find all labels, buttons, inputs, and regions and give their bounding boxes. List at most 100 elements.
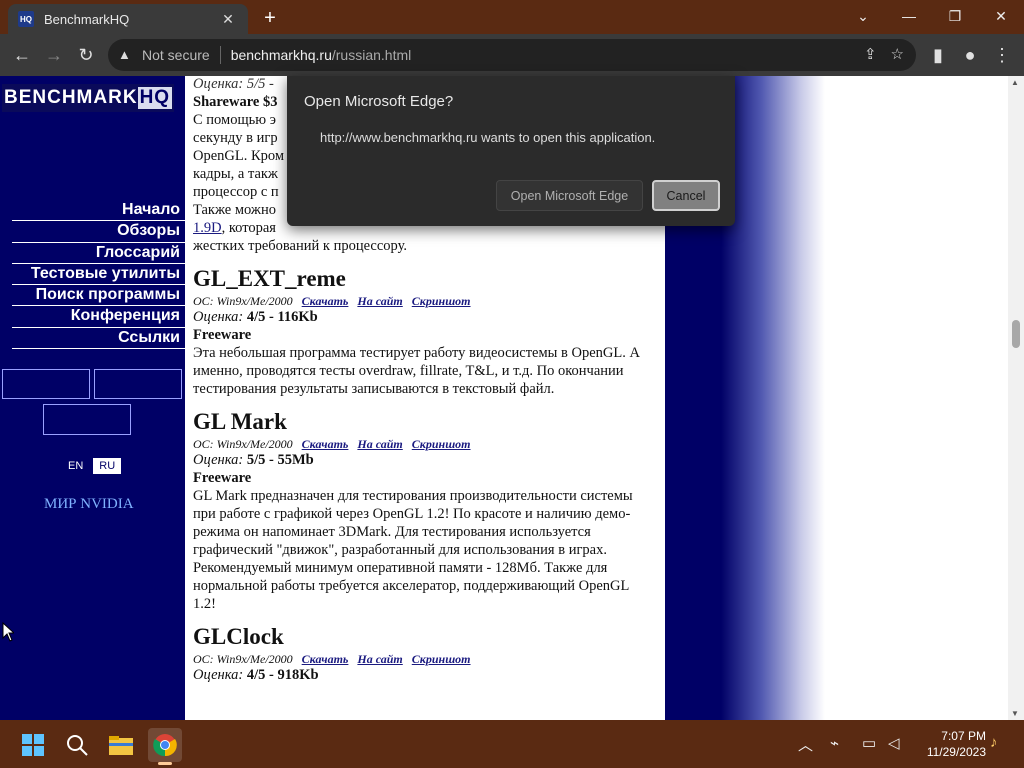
profile-icon[interactable]: ●: [956, 41, 984, 69]
language-switch: EN RU: [64, 458, 122, 474]
rating-label: Оценка:: [193, 309, 244, 325]
dialog-title: Open Microsoft Edge?: [304, 93, 454, 110]
address-host: benchmarkhq.ru: [230, 47, 332, 63]
share-icon[interactable]: ⇪: [864, 45, 877, 63]
network-icon[interactable]: ⌁: [830, 734, 839, 752]
open-edge-button[interactable]: Open Microsoft Edge: [496, 180, 643, 211]
tray-chevron-icon[interactable]: ︿: [798, 734, 813, 755]
entry-license: Freeware: [193, 470, 252, 486]
minimize-button[interactable]: —: [886, 4, 932, 28]
cancel-button[interactable]: Cancel: [652, 180, 720, 211]
lang-en[interactable]: EN: [64, 458, 87, 474]
entry-meta: ОС: Win9x/Me/2000 Скачать На сайт Скринш…: [193, 293, 653, 309]
nav-search[interactable]: Поиск программы: [12, 285, 185, 307]
file-explorer-icon[interactable]: [104, 728, 138, 762]
back-icon[interactable]: ←: [8, 41, 36, 69]
screenshot-link[interactable]: Скриншот: [412, 437, 471, 451]
address-bar[interactable]: ▲ Not secure benchmarkhq.ru /russian.htm…: [108, 39, 916, 71]
nav-conference[interactable]: Конференция: [12, 306, 185, 328]
start-icon[interactable]: [16, 728, 50, 762]
rating-label: Оценка:: [193, 452, 244, 468]
entry-os: ОС: Win9x/Me/2000: [193, 437, 293, 451]
entry-rating: Оценка: 4/5 - 116Kb: [193, 309, 653, 326]
screenshot-link[interactable]: Скриншот: [412, 294, 471, 308]
site-link[interactable]: На сайт: [357, 437, 402, 451]
site-nav: Начало Обзоры Глоссарий Тестовые утилиты…: [0, 200, 185, 350]
mouse-cursor-icon: [2, 622, 14, 642]
security-label: Not secure: [142, 47, 210, 63]
search-icon[interactable]: [60, 728, 94, 762]
restore-button[interactable]: ❐: [932, 4, 978, 28]
clock-time: 7:07 PM: [941, 729, 986, 743]
system-clock[interactable]: 7:07 PM 11/29/2023: [914, 728, 986, 760]
broken-image-2[interactable]: [94, 369, 182, 399]
display-icon[interactable]: ▭: [862, 734, 876, 752]
version-link[interactable]: 1.9D: [193, 220, 222, 236]
download-link[interactable]: Скачать: [302, 437, 349, 451]
chrome-icon[interactable]: [148, 728, 182, 765]
entry-title-glclock: GLClock: [193, 624, 284, 649]
entry-rating: Оценка: 5/5 - 55Mb: [193, 452, 653, 469]
entry-meta: ОС: Win9x/Me/2000 Скачать На сайт Скринш…: [193, 651, 653, 667]
address-path: /russian.html: [331, 47, 412, 63]
nav-home[interactable]: Начало: [12, 200, 185, 222]
bookmark-star-icon[interactable]: ☆: [891, 45, 904, 63]
warning-icon[interactable]: ▲: [118, 47, 134, 63]
new-tab-button[interactable]: +: [258, 6, 282, 30]
entry-license: Freeware: [193, 327, 252, 343]
nav-glossary[interactable]: Глоссарий: [12, 243, 185, 264]
entry-os: ОС: Win9x/Me/2000: [193, 294, 293, 308]
nav-test-utils[interactable]: Тестовые утилиты: [12, 264, 185, 286]
logo-text: BENCHMARK: [4, 87, 138, 108]
broken-image-3[interactable]: [43, 404, 131, 435]
tab-benchmarkhq[interactable]: HQ BenchmarkHQ ✕: [8, 4, 248, 34]
rating-label: Оценка:: [193, 667, 244, 683]
tab-strip: HQ BenchmarkHQ ✕ + ⌄ — ❐ ✕: [0, 0, 1024, 34]
entry-description: Эта небольшая программа тестирует работу…: [193, 345, 640, 397]
download-link[interactable]: Скачать: [302, 294, 349, 308]
taskbar: ︿ ⌁ ▭ ◁ 7:07 PM 11/29/2023 ♪: [0, 720, 1024, 768]
dialog-message: http://www.benchmarkhq.ru wants to open …: [320, 130, 656, 145]
mir-nvidia-link[interactable]: МИР NVIDIA: [44, 496, 134, 513]
forward-icon[interactable]: →: [40, 41, 68, 69]
reload-icon[interactable]: ↻: [72, 41, 100, 69]
lang-ru[interactable]: RU: [93, 458, 122, 474]
favicon-icon: HQ: [18, 11, 34, 27]
logo-hq: HQ: [137, 87, 173, 109]
top-line-7-rest: , которая: [221, 220, 276, 236]
menu-icon[interactable]: ⋮: [988, 41, 1016, 69]
entry-description: GL Mark предназначен для тестирования пр…: [193, 488, 633, 612]
scroll-up-icon[interactable]: ▲: [1011, 78, 1019, 87]
entry-rating: Оценка: 4/5 - 918Kb: [193, 667, 653, 684]
close-tab-icon[interactable]: ✕: [218, 11, 238, 28]
site-sidebar: BENCHMARK HQ Начало Обзоры Глоссарий Тест…: [0, 76, 185, 720]
nav-links[interactable]: Ссылки: [12, 328, 185, 350]
entry-title-gl-mark: GL Mark: [193, 409, 287, 434]
entry-title-gl-ext: GL_EXT_reme: [193, 266, 346, 291]
rating-value: 4/5 - 918Kb: [246, 667, 319, 683]
clock-date: 11/29/2023: [926, 745, 986, 759]
page-scrollbar[interactable]: ▲ ▼: [1008, 76, 1024, 720]
address-separator: [219, 46, 221, 64]
rating-value: 5/5 - 55Mb: [246, 452, 314, 468]
notification-bell-icon[interactable]: ♪: [990, 734, 998, 751]
download-link[interactable]: Скачать: [302, 652, 349, 666]
rating-value: 4/5 - 116Kb: [246, 309, 318, 325]
tab-title: BenchmarkHQ: [44, 11, 130, 27]
open-app-dialog: Open Microsoft Edge? http://www.benchmar…: [287, 76, 735, 226]
broken-image-1[interactable]: [2, 369, 90, 399]
site-logo[interactable]: BENCHMARK HQ: [2, 84, 174, 112]
scroll-down-icon[interactable]: ▼: [1011, 709, 1019, 718]
side-panel-icon[interactable]: ▮: [924, 41, 952, 69]
site-link[interactable]: На сайт: [357, 652, 402, 666]
site-link[interactable]: На сайт: [357, 294, 402, 308]
close-window-button[interactable]: ✕: [978, 4, 1024, 28]
screenshot-link[interactable]: Скриншот: [412, 652, 471, 666]
entry-os: ОС: Win9x/Me/2000: [193, 652, 293, 666]
nav-reviews[interactable]: Обзоры: [12, 221, 185, 243]
volume-icon[interactable]: ◁: [888, 734, 900, 752]
tab-search-icon[interactable]: ⌄: [840, 4, 886, 28]
scrollbar-thumb[interactable]: [1012, 320, 1020, 348]
entry-meta: ОС: Win9x/Me/2000 Скачать На сайт Скринш…: [193, 436, 653, 452]
top-line-8: жестких требований к процессору.: [193, 238, 407, 254]
